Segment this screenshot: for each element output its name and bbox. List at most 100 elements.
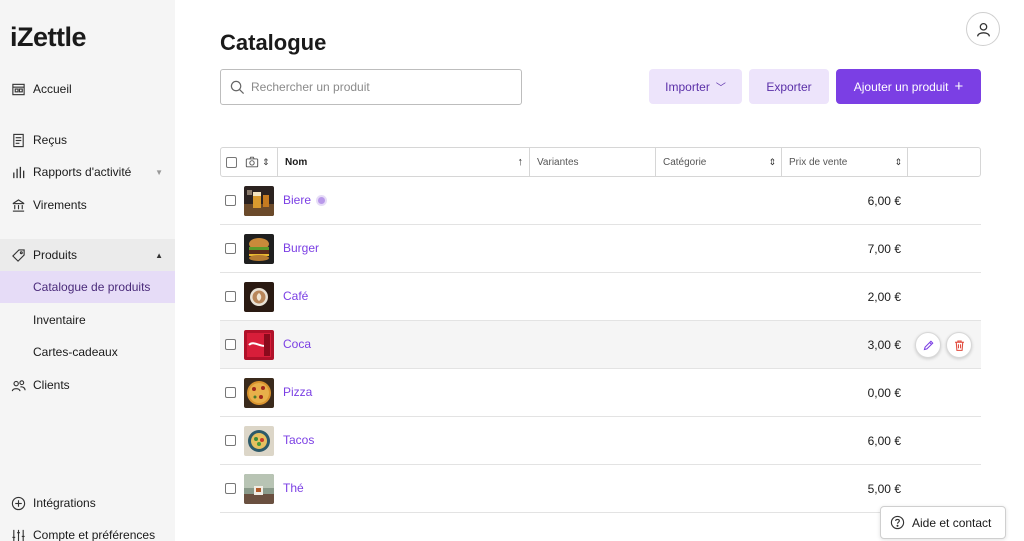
- sidebar-item-cartes-cadeaux[interactable]: Cartes-cadeaux: [0, 336, 175, 368]
- camera-icon: [245, 156, 259, 168]
- table-row[interactable]: Biere 6,00 €: [220, 177, 981, 225]
- row-checkbox[interactable]: [225, 243, 236, 254]
- caret-up-icon: ▲: [155, 250, 163, 260]
- sidebar-item-compte[interactable]: Compte et préférences: [0, 519, 175, 541]
- column-label: Variantes: [537, 156, 579, 168]
- product-name-link[interactable]: Burger: [283, 241, 319, 255]
- import-button[interactable]: Importer ﹀: [649, 69, 742, 104]
- row-checkbox[interactable]: [225, 195, 236, 206]
- import-label: Importer: [665, 79, 710, 94]
- product-price: 6,00 €: [867, 434, 901, 448]
- product-name-link[interactable]: Thé: [283, 481, 304, 495]
- sidebar-item-catalogue[interactable]: Catalogue de produits: [0, 271, 175, 303]
- sidebar-item-clients[interactable]: Clients: [0, 369, 175, 401]
- sidebar-item-label: Compte et préférences: [33, 528, 156, 541]
- question-circle-icon: [890, 515, 905, 530]
- product-price: 0,00 €: [867, 386, 901, 400]
- product-thumbnail-coca: [244, 330, 274, 360]
- sidebar-item-integrations[interactable]: Intégrations: [0, 487, 175, 519]
- chevron-down-icon: ﹀: [715, 83, 726, 94]
- export-button[interactable]: Exporter: [749, 69, 829, 104]
- sidebar-item-label: Virements: [33, 198, 87, 212]
- sidebar-item-accueil[interactable]: Accueil: [0, 73, 175, 105]
- delete-button[interactable]: [946, 332, 972, 358]
- receipt-icon: [10, 132, 26, 148]
- sidebar-item-produits[interactable]: Produits ▲: [0, 239, 175, 271]
- product-name-link[interactable]: Biere: [283, 193, 311, 207]
- table-row[interactable]: Burger 7,00 €: [220, 225, 981, 273]
- users-icon: [10, 377, 26, 393]
- table-row[interactable]: Tacos 6,00 €: [220, 417, 981, 465]
- sidebar-item-rapports[interactable]: Rapports d'activité ▼: [0, 156, 175, 188]
- sidebar-item-label: Clients: [33, 378, 70, 392]
- pencil-icon: [923, 340, 933, 350]
- row-checkbox[interactable]: [225, 387, 236, 398]
- select-all-checkbox[interactable]: [226, 156, 237, 168]
- product-thumbnail-coffee: [244, 282, 274, 312]
- add-product-label: Ajouter un produit: [853, 79, 949, 94]
- home-icon: [10, 81, 26, 97]
- table-row[interactable]: Café 2,00 €: [220, 273, 981, 321]
- product-price: 7,00 €: [867, 242, 901, 256]
- search-field[interactable]: [220, 69, 522, 105]
- sidebar-item-virements[interactable]: Virements: [0, 189, 175, 221]
- product-name-link[interactable]: Pizza: [283, 385, 312, 399]
- product-thumbnail-beer: [244, 186, 274, 216]
- sidebar-item-recus[interactable]: Reçus: [0, 124, 175, 156]
- product-price: 5,00 €: [867, 482, 901, 496]
- product-price: 3,00 €: [867, 338, 901, 352]
- bank-icon: [10, 197, 26, 213]
- product-thumbnail-pizza: [244, 378, 274, 408]
- sort-asc-icon: ↑: [517, 156, 524, 168]
- table-row[interactable]: Coca 3,00 €: [220, 321, 981, 369]
- search-input[interactable]: [251, 80, 501, 94]
- bar-chart-icon: [10, 164, 26, 180]
- table-row[interactable]: Thé 5,00 €: [220, 465, 981, 513]
- product-name-link[interactable]: Coca: [283, 337, 311, 351]
- sidebar: iZettle Accueil Reçus Rapports d'activit…: [0, 0, 175, 541]
- user-avatar-button[interactable]: [966, 12, 1000, 46]
- row-checkbox[interactable]: [225, 339, 236, 350]
- product-name-link[interactable]: Café: [283, 289, 308, 303]
- plus-circle-icon: [10, 495, 26, 511]
- sidebar-item-label: Cartes-cadeaux: [33, 345, 118, 359]
- export-label: Exporter: [766, 79, 812, 94]
- row-checkbox[interactable]: [225, 435, 236, 446]
- help-label: Aide et contact: [912, 515, 992, 530]
- column-header-name[interactable]: Nom ↑: [277, 148, 529, 176]
- izettle-logo[interactable]: iZettle: [10, 22, 87, 53]
- edit-button[interactable]: [915, 332, 941, 358]
- sort-icon: ⇕: [768, 156, 776, 167]
- plus-icon: +: [954, 78, 964, 95]
- sidebar-item-label: Inventaire: [33, 313, 86, 327]
- column-label: Catégorie: [663, 156, 707, 168]
- sidebar-item-label: Reçus: [33, 133, 68, 147]
- column-label: Nom: [285, 156, 308, 168]
- header-select-cell: ⇕: [221, 148, 281, 176]
- sliders-icon: [10, 527, 26, 541]
- column-header-variants[interactable]: Variantes: [529, 148, 655, 176]
- sidebar-item-inventaire[interactable]: Inventaire: [0, 304, 175, 336]
- column-header-actions: [907, 148, 981, 176]
- sidebar-item-label: Accueil: [33, 82, 72, 96]
- column-label: Prix de vente: [789, 156, 848, 168]
- sort-icon: ⇕: [894, 156, 902, 167]
- table-row[interactable]: Pizza 0,00 €: [220, 369, 981, 417]
- column-header-category[interactable]: Catégorie ⇕: [655, 148, 781, 176]
- tag-icon: [10, 247, 26, 263]
- row-checkbox[interactable]: [225, 483, 236, 494]
- user-icon: [976, 22, 990, 37]
- page-title: Catalogue: [220, 30, 327, 55]
- sidebar-item-label: Intégrations: [33, 496, 96, 510]
- help-contact-button[interactable]: Aide et contact: [880, 506, 1006, 539]
- product-name-link[interactable]: Tacos: [283, 433, 314, 447]
- table-header: ⇕ Nom ↑ Variantes Catégorie ⇕ Prix de ve…: [220, 147, 981, 177]
- column-header-price[interactable]: Prix de vente ⇕: [781, 148, 907, 176]
- add-product-button[interactable]: Ajouter un produit +: [836, 69, 981, 104]
- product-price: 2,00 €: [867, 290, 901, 304]
- row-checkbox[interactable]: [225, 291, 236, 302]
- sidebar-item-label: Catalogue de produits: [33, 280, 151, 294]
- caret-down-icon: ▼: [155, 167, 163, 177]
- product-price: 6,00 €: [867, 194, 901, 208]
- sort-icon[interactable]: ⇕: [262, 157, 270, 168]
